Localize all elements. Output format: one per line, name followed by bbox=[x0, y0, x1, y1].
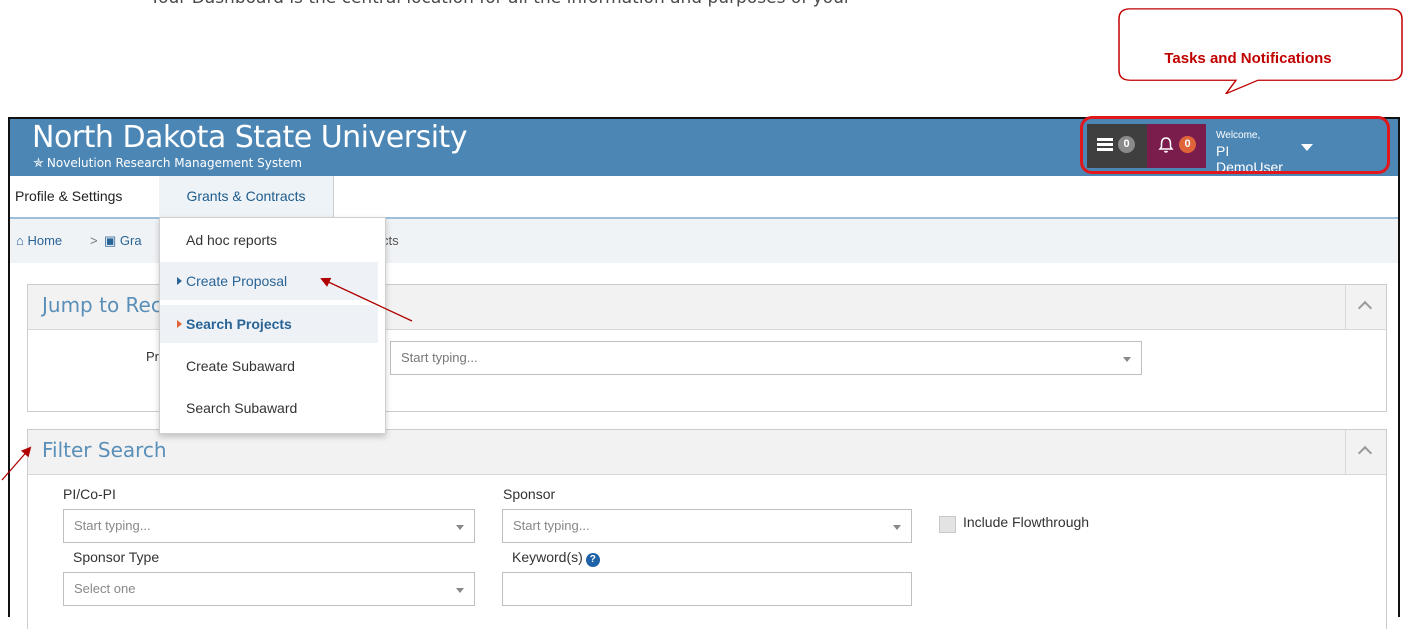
chevron-down-icon bbox=[893, 525, 901, 530]
filter-panel-header: Filter Search bbox=[28, 430, 1386, 475]
menu-item-label: Create Subaward bbox=[186, 358, 295, 374]
app-header: North Dakota State University ✯ Novelutio… bbox=[10, 116, 1398, 176]
collapse-chevron-icon[interactable] bbox=[1345, 430, 1386, 474]
university-title[interactable]: North Dakota State University bbox=[32, 120, 468, 155]
chevron-down-icon bbox=[456, 525, 464, 530]
annotation-highlight-ring bbox=[1080, 116, 1390, 174]
filter-search-panel: Filter Search PI/Co-PI Start typing... S… bbox=[27, 429, 1387, 629]
home-icon: ⌂ bbox=[16, 233, 24, 248]
pi-placeholder: Start typing... bbox=[74, 518, 151, 533]
jump-field-label: Pr bbox=[146, 349, 159, 364]
flowthrough-label: Include Flowthrough bbox=[963, 514, 1090, 530]
menu-item-search-projects[interactable]: Search Projects bbox=[160, 305, 378, 343]
menu-item-label: Create Proposal bbox=[186, 273, 288, 289]
main-nav: Profile & Settings Grants & Contracts bbox=[10, 176, 1398, 219]
help-icon[interactable]: ? bbox=[585, 553, 600, 567]
breadcrumb-grants-label: Gra bbox=[119, 233, 142, 248]
document-intro-text: Your Dashboard is the central location f… bbox=[150, 0, 851, 8]
sponsor-label: Sponsor bbox=[503, 486, 556, 502]
jump-panel-title: Jump to Rec bbox=[42, 293, 162, 317]
system-subtitle: ✯ Novelution Research Management System bbox=[33, 156, 302, 171]
callout-label: Tasks and Notifications bbox=[1164, 50, 1332, 67]
jump-record-select[interactable]: Start typing... bbox=[390, 341, 1142, 375]
pi-label: PI/Co-PI bbox=[63, 486, 116, 502]
menu-item-label: Search Subaward bbox=[186, 400, 298, 416]
chevron-down-icon bbox=[1123, 357, 1131, 362]
menu-item-search-subaward[interactable]: Search Subaward bbox=[160, 389, 378, 427]
pi-select[interactable]: Start typing... bbox=[63, 509, 475, 543]
breadcrumb-grants[interactable]: ▣ Gra bbox=[104, 219, 142, 263]
collapse-chevron-icon[interactable] bbox=[1345, 285, 1386, 329]
keyword-label-text: Keyword(s) bbox=[512, 549, 583, 565]
menu-item-label: Search Projects bbox=[186, 316, 292, 332]
money-icon: ▣ bbox=[104, 233, 117, 248]
system-subtitle-text: Novelution Research Management System bbox=[46, 156, 302, 170]
flowthrough-checkbox[interactable] bbox=[939, 516, 956, 533]
tab-profile-settings[interactable]: Profile & Settings bbox=[10, 176, 164, 217]
app-window: North Dakota State University ✯ Novelutio… bbox=[8, 116, 1400, 629]
sponsor-select[interactable]: Start typing... bbox=[502, 509, 912, 543]
jump-record-placeholder: Start typing... bbox=[401, 350, 478, 365]
breadcrumb-separator: > bbox=[90, 233, 98, 248]
star-icon: ✯ bbox=[33, 156, 44, 171]
caret-right-icon bbox=[177, 320, 182, 328]
grants-dropdown-menu: Ad hoc reports Create Proposal Search Pr… bbox=[159, 217, 386, 434]
breadcrumb-home[interactable]: ⌂ Home bbox=[16, 219, 62, 263]
sponsor-placeholder: Start typing... bbox=[513, 518, 590, 533]
menu-item-ad-hoc-reports[interactable]: Ad hoc reports bbox=[160, 221, 378, 259]
menu-item-label: Ad hoc reports bbox=[186, 232, 278, 248]
menu-item-create-subaward[interactable]: Create Subaward bbox=[160, 347, 378, 385]
sponsor-type-label: Sponsor Type bbox=[73, 549, 160, 565]
filter-panel-title: Filter Search bbox=[42, 438, 167, 462]
breadcrumb-home-label: Home bbox=[27, 233, 63, 248]
sponsor-type-select[interactable]: Select one bbox=[63, 572, 475, 606]
keyword-input[interactable] bbox=[502, 572, 912, 606]
caret-right-icon bbox=[177, 277, 182, 285]
tab-grants-contracts[interactable]: Grants & Contracts bbox=[159, 176, 334, 217]
keyword-label: Keyword(s)? bbox=[512, 549, 600, 567]
menu-item-create-proposal[interactable]: Create Proposal bbox=[160, 262, 378, 300]
sponsor-type-placeholder: Select one bbox=[74, 581, 136, 596]
chevron-down-icon bbox=[456, 588, 464, 593]
